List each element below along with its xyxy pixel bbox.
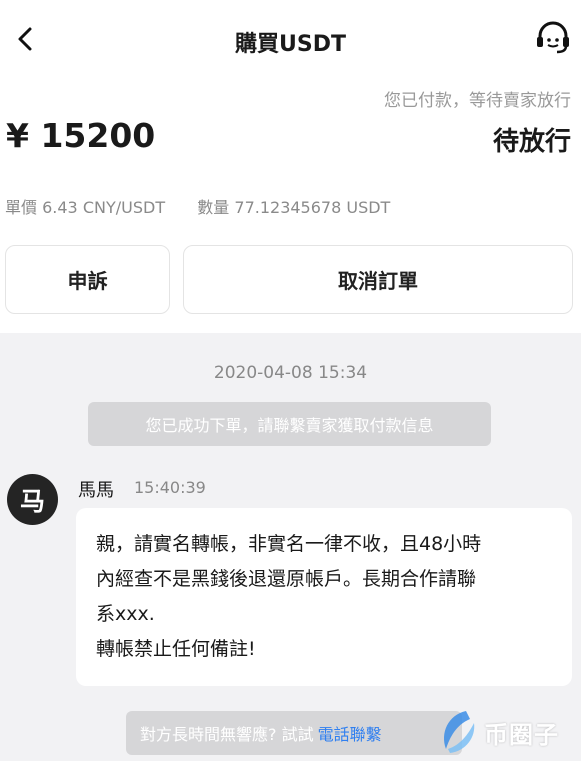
- message-line: 內經查不是黑錢後退還原帳戶。長期合作請聯: [96, 568, 477, 590]
- page-title: 購買USDT: [235, 32, 346, 57]
- price-value: 6.43 CNY/USDT: [42, 198, 166, 217]
- no-response-text: 對方長時間無響應? 試試: [140, 725, 314, 744]
- message-line: 親，請實名轉帳，非實名一律不收，且48小時: [96, 533, 482, 555]
- message-line: 轉帳禁止任何備註!: [96, 638, 256, 660]
- price-label: 單價: [5, 198, 38, 217]
- appeal-button[interactable]: 申訴: [5, 245, 170, 314]
- watermark-logo-icon: [444, 711, 475, 753]
- headset-icon: [537, 21, 569, 54]
- message-line: 系xxx.: [96, 603, 155, 625]
- payment-status-text: 您已付款，等待賣家放行: [384, 91, 571, 111]
- quantity-label: 數量: [197, 198, 230, 217]
- avatar[interactable]: 马: [7, 474, 58, 525]
- sender-name: 馬馬: [78, 480, 114, 501]
- customer-support-button[interactable]: [533, 18, 573, 58]
- phone-contact-link[interactable]: 電話聯繫: [318, 721, 382, 745]
- message-time: 15:40:39: [134, 478, 206, 497]
- order-state: 待放行: [492, 127, 571, 157]
- no-response-notice: 對方長時間無響應? 試試 電話聯繫: [126, 711, 462, 755]
- watermark: 币圈子: [436, 703, 581, 761]
- header: 購買USDT: [0, 0, 581, 80]
- order-amount: ¥ 15200: [6, 116, 156, 155]
- chat-timestamp: 2020-04-08 15:34: [213, 363, 368, 383]
- order-meta: 單價 6.43 CNY/USDT 數量 77.12345678 USDT: [5, 194, 390, 218]
- cancel-order-button[interactable]: 取消訂單: [183, 245, 573, 314]
- chat-area[interactable]: 2020-04-08 15:34 您已成功下單，請聯繫賣家獲取付款信息 马 馬馬…: [0, 333, 581, 761]
- message-bubble: 親，請實名轉帳，非實名一律不收，且48小時 內經查不是黑錢後退還原帳戶。長期合作…: [76, 508, 572, 686]
- quantity-value: 77.12345678 USDT: [234, 198, 391, 217]
- watermark-text: 币圈子: [484, 720, 559, 749]
- system-notice: 您已成功下單，請聯繫賣家獲取付款信息: [88, 402, 491, 446]
